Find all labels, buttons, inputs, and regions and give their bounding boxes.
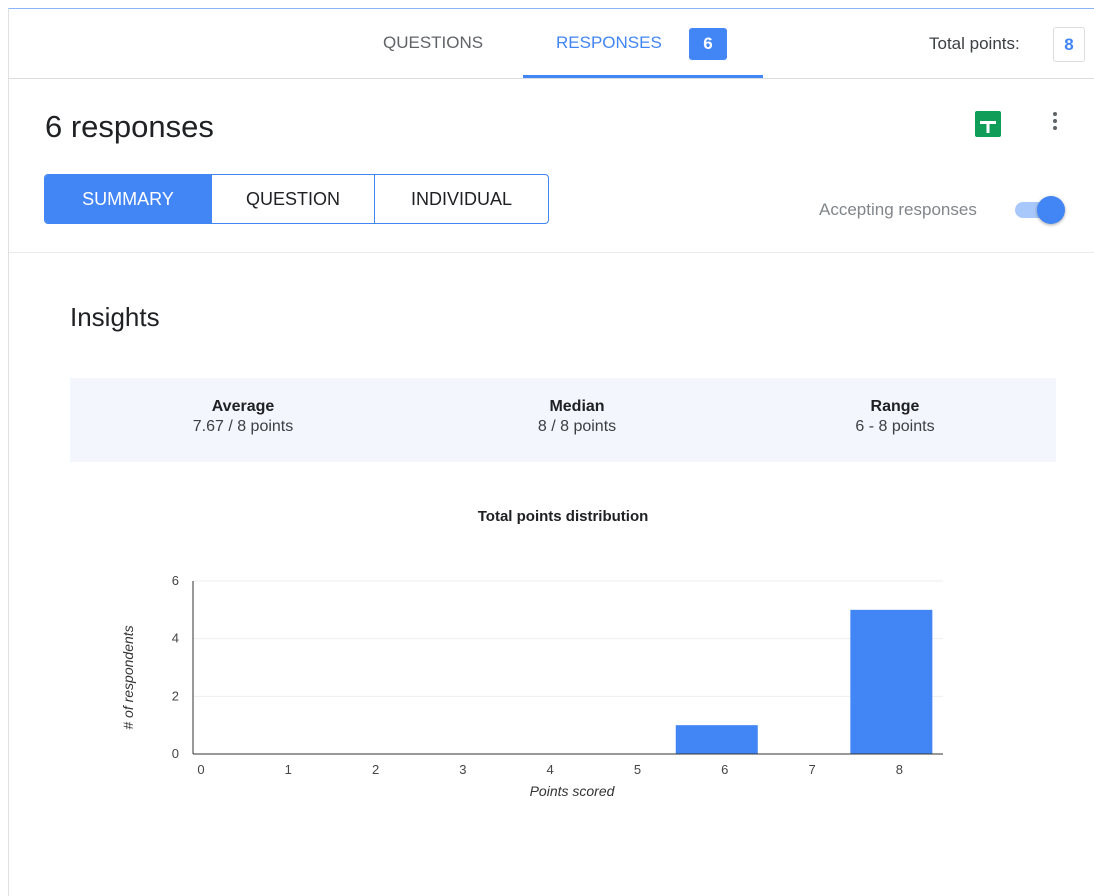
x-tick-label: 8 (896, 762, 903, 777)
stat-median: Median 8 / 8 points (477, 398, 677, 436)
stat-label: Average (211, 398, 275, 415)
responses-count-badge: 6 (689, 28, 727, 60)
y-tick-label: 0 (172, 746, 179, 761)
individual-tab[interactable]: INDIVIDUAL (374, 175, 548, 223)
insights-title: Insights (70, 302, 160, 332)
active-tab-indicator (523, 75, 763, 78)
x-tick-label: 4 (547, 762, 554, 777)
x-tick-label: 7 (808, 762, 815, 777)
top-tab-bar: QUESTIONS RESPONSES 6 Total points: 8 (9, 9, 1094, 79)
bar (675, 725, 758, 754)
y-tick-label: 4 (172, 631, 179, 646)
forms-responses-panel: QUESTIONS RESPONSES 6 Total points: 8 6 … (8, 8, 1094, 896)
summary-tab[interactable]: SUMMARY (45, 175, 211, 223)
stat-value: 8 / 8 points (537, 418, 617, 435)
bar (850, 609, 933, 754)
stat-average: Average 7.67 / 8 points (143, 398, 343, 436)
x-tick-label: 2 (372, 762, 379, 777)
y-tick-label: 6 (172, 573, 179, 588)
tab-responses[interactable]: RESPONSES (556, 33, 662, 53)
x-tick-label: 3 (459, 762, 466, 777)
accepting-responses-toggle[interactable] (1013, 196, 1069, 224)
tab-questions[interactable]: QUESTIONS (383, 33, 483, 53)
more-vert-icon[interactable] (1049, 109, 1061, 139)
accepting-responses-label: Accepting responses (819, 200, 977, 219)
stat-range: Range 6 - 8 points (795, 398, 995, 436)
stat-value: 6 - 8 points (855, 418, 935, 435)
toggle-knob (1037, 196, 1065, 224)
x-tick-label: 0 (197, 762, 204, 777)
google-sheets-icon[interactable] (975, 111, 1001, 142)
view-segmented-control: SUMMARY QUESTION INDIVIDUAL (44, 174, 549, 224)
points-distribution-chart: 0 2 4 6 0 1 2 3 4 5 6 7 8 Points scored # of responden… (120, 573, 943, 799)
x-tick-label: 5 (634, 762, 641, 777)
header-divider (9, 252, 1094, 253)
x-tick-label: 6 (721, 762, 728, 777)
y-axis-title: # of respondents (120, 625, 136, 729)
total-points-value: 8 (1053, 27, 1085, 62)
total-points-label: Total points: (929, 34, 1020, 53)
page-title: 6 responses (45, 109, 214, 144)
question-tab[interactable]: QUESTION (211, 175, 374, 223)
insights-stats-panel: Average 7.67 / 8 points Median 8 / 8 poi… (70, 378, 1056, 462)
y-tick-label: 2 (172, 688, 179, 703)
stat-label: Median (549, 398, 605, 415)
stat-value: 7.67 / 8 points (192, 418, 294, 435)
stat-label: Range (870, 398, 920, 415)
x-tick-label: 1 (285, 762, 292, 777)
chart-title: Total points distribution (477, 508, 649, 525)
x-axis-title: Points scored (530, 783, 616, 799)
